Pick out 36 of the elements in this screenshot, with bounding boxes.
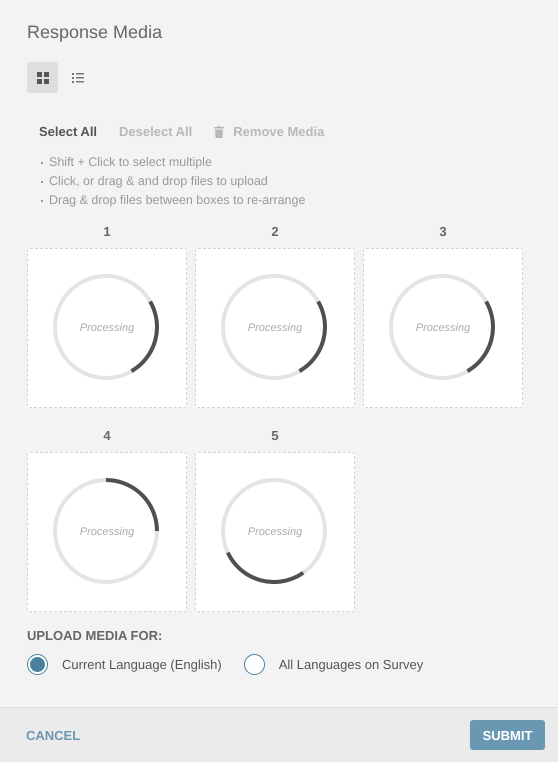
cancel-button[interactable]: CANCEL [26, 728, 80, 742]
status-text: Processing [80, 526, 134, 538]
status-text: Processing [80, 322, 134, 334]
media-tile[interactable]: Processing [27, 248, 187, 408]
radio-icon[interactable] [27, 654, 48, 675]
media-number: 2 [271, 224, 279, 239]
media-number: 1 [103, 224, 111, 239]
status-text: Processing [248, 526, 302, 538]
submit-button[interactable]: SUBMIT [470, 720, 545, 750]
radio-option[interactable]: Current Language (English) [27, 654, 222, 675]
spinner-icon [221, 478, 327, 584]
media-number: 3 [439, 224, 447, 239]
spinner-icon [53, 478, 159, 584]
radio-option[interactable]: All Languages on Survey [244, 654, 424, 675]
hint-text: Shift + Click to select multiple [49, 154, 212, 171]
media-number: 5 [271, 428, 279, 443]
action-button[interactable]: Select All [39, 124, 98, 139]
status-text: Processing [416, 322, 470, 334]
grid-view-button[interactable] [27, 62, 58, 93]
radio-icon[interactable] [244, 654, 265, 675]
dialog-title: Response Media [27, 22, 164, 43]
hint-text: Drag & drop files between boxes to re-arrange [49, 192, 306, 209]
grid-icon [36, 72, 48, 84]
section-label: UPLOAD MEDIA FOR: [27, 628, 164, 643]
trash-icon [214, 126, 224, 138]
spinner-icon [221, 274, 327, 380]
spinner-icon [389, 274, 495, 380]
list-icon [72, 72, 84, 82]
hint-text: Click, or drag & and drop files to upload [49, 173, 268, 190]
status-text: Processing [248, 322, 302, 334]
media-tile[interactable]: Processing [363, 248, 523, 408]
media-tile[interactable]: Processing [195, 452, 355, 612]
media-tile[interactable]: Processing [195, 248, 355, 408]
spinner-icon [53, 274, 159, 380]
media-tile[interactable]: Processing [27, 452, 187, 612]
media-number: 4 [103, 428, 111, 443]
